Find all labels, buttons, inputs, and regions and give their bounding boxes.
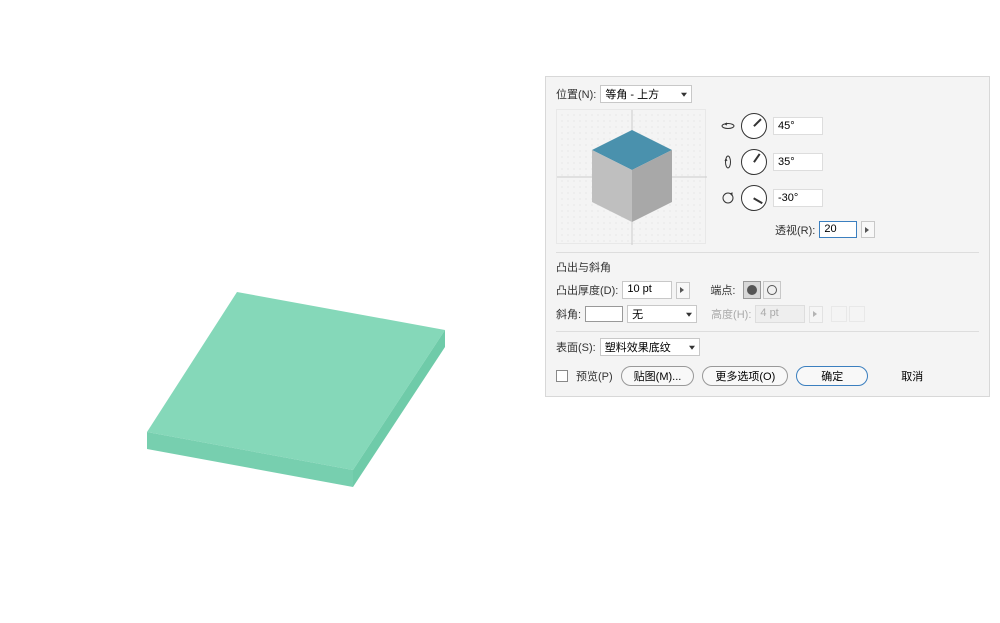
- bevel-swatch: [585, 306, 623, 322]
- ok-button[interactable]: 确定: [796, 366, 868, 386]
- surface-select[interactable]: 塑料效果底纹: [600, 338, 700, 356]
- bevel-label: 斜角:: [556, 306, 581, 322]
- extrude-depth-spinner[interactable]: [676, 282, 690, 299]
- rotate-x-dial[interactable]: [741, 113, 767, 139]
- position-label: 位置(N):: [556, 86, 596, 102]
- height-label: 高度(H):: [711, 306, 751, 322]
- bevel-select[interactable]: 无: [627, 305, 697, 323]
- rotate-y-dial[interactable]: [741, 149, 767, 175]
- cube-preview[interactable]: [556, 109, 706, 244]
- extruded-shape: [145, 290, 455, 513]
- cancel-button[interactable]: 取消: [876, 366, 948, 386]
- more-options-button[interactable]: 更多选项(O): [702, 366, 788, 386]
- rotate-y-icon: [721, 155, 735, 169]
- divider: [556, 252, 979, 253]
- extrude-bevel-dialog: 位置(N): 等角 - 上方 45°: [545, 76, 990, 397]
- divider-2: [556, 331, 979, 332]
- extrude-section-title: 凸出与斜角: [556, 259, 979, 275]
- cap-on-button[interactable]: [743, 281, 761, 299]
- extrude-depth-label: 凸出厚度(D):: [556, 282, 618, 298]
- preview-label: 预览(P): [576, 368, 613, 384]
- bevel-out-icon: [849, 306, 865, 322]
- rotate-z-dial[interactable]: [741, 185, 767, 211]
- rotation-controls: 45° 35° -30° 透视(R): 20: [721, 109, 979, 244]
- surface-label: 表面(S):: [556, 339, 596, 355]
- rotate-x-value[interactable]: 45°: [773, 117, 823, 135]
- bevel-value: 无: [632, 306, 643, 322]
- rotate-z-value[interactable]: -30°: [773, 189, 823, 207]
- height-input: 4 pt: [755, 305, 805, 323]
- bevel-in-icon: [831, 306, 847, 322]
- position-value: 等角 - 上方: [605, 86, 659, 102]
- position-select[interactable]: 等角 - 上方: [600, 85, 692, 103]
- perspective-spinner[interactable]: [861, 221, 875, 238]
- cap-label: 端点:: [710, 282, 735, 298]
- rotate-y-value[interactable]: 35°: [773, 153, 823, 171]
- perspective-label: 透视(R):: [775, 222, 815, 238]
- height-spinner: [809, 306, 823, 323]
- canvas-area: [0, 0, 540, 623]
- perspective-input[interactable]: 20: [819, 221, 857, 238]
- surface-value: 塑料效果底纹: [605, 339, 671, 355]
- extrude-depth-input[interactable]: 10 pt: [622, 281, 672, 299]
- map-art-button[interactable]: 贴图(M)...: [621, 366, 695, 386]
- rotate-x-icon: [721, 119, 735, 133]
- cap-off-button[interactable]: [763, 281, 781, 299]
- rotate-z-icon: [721, 191, 735, 205]
- preview-checkbox[interactable]: [556, 370, 568, 382]
